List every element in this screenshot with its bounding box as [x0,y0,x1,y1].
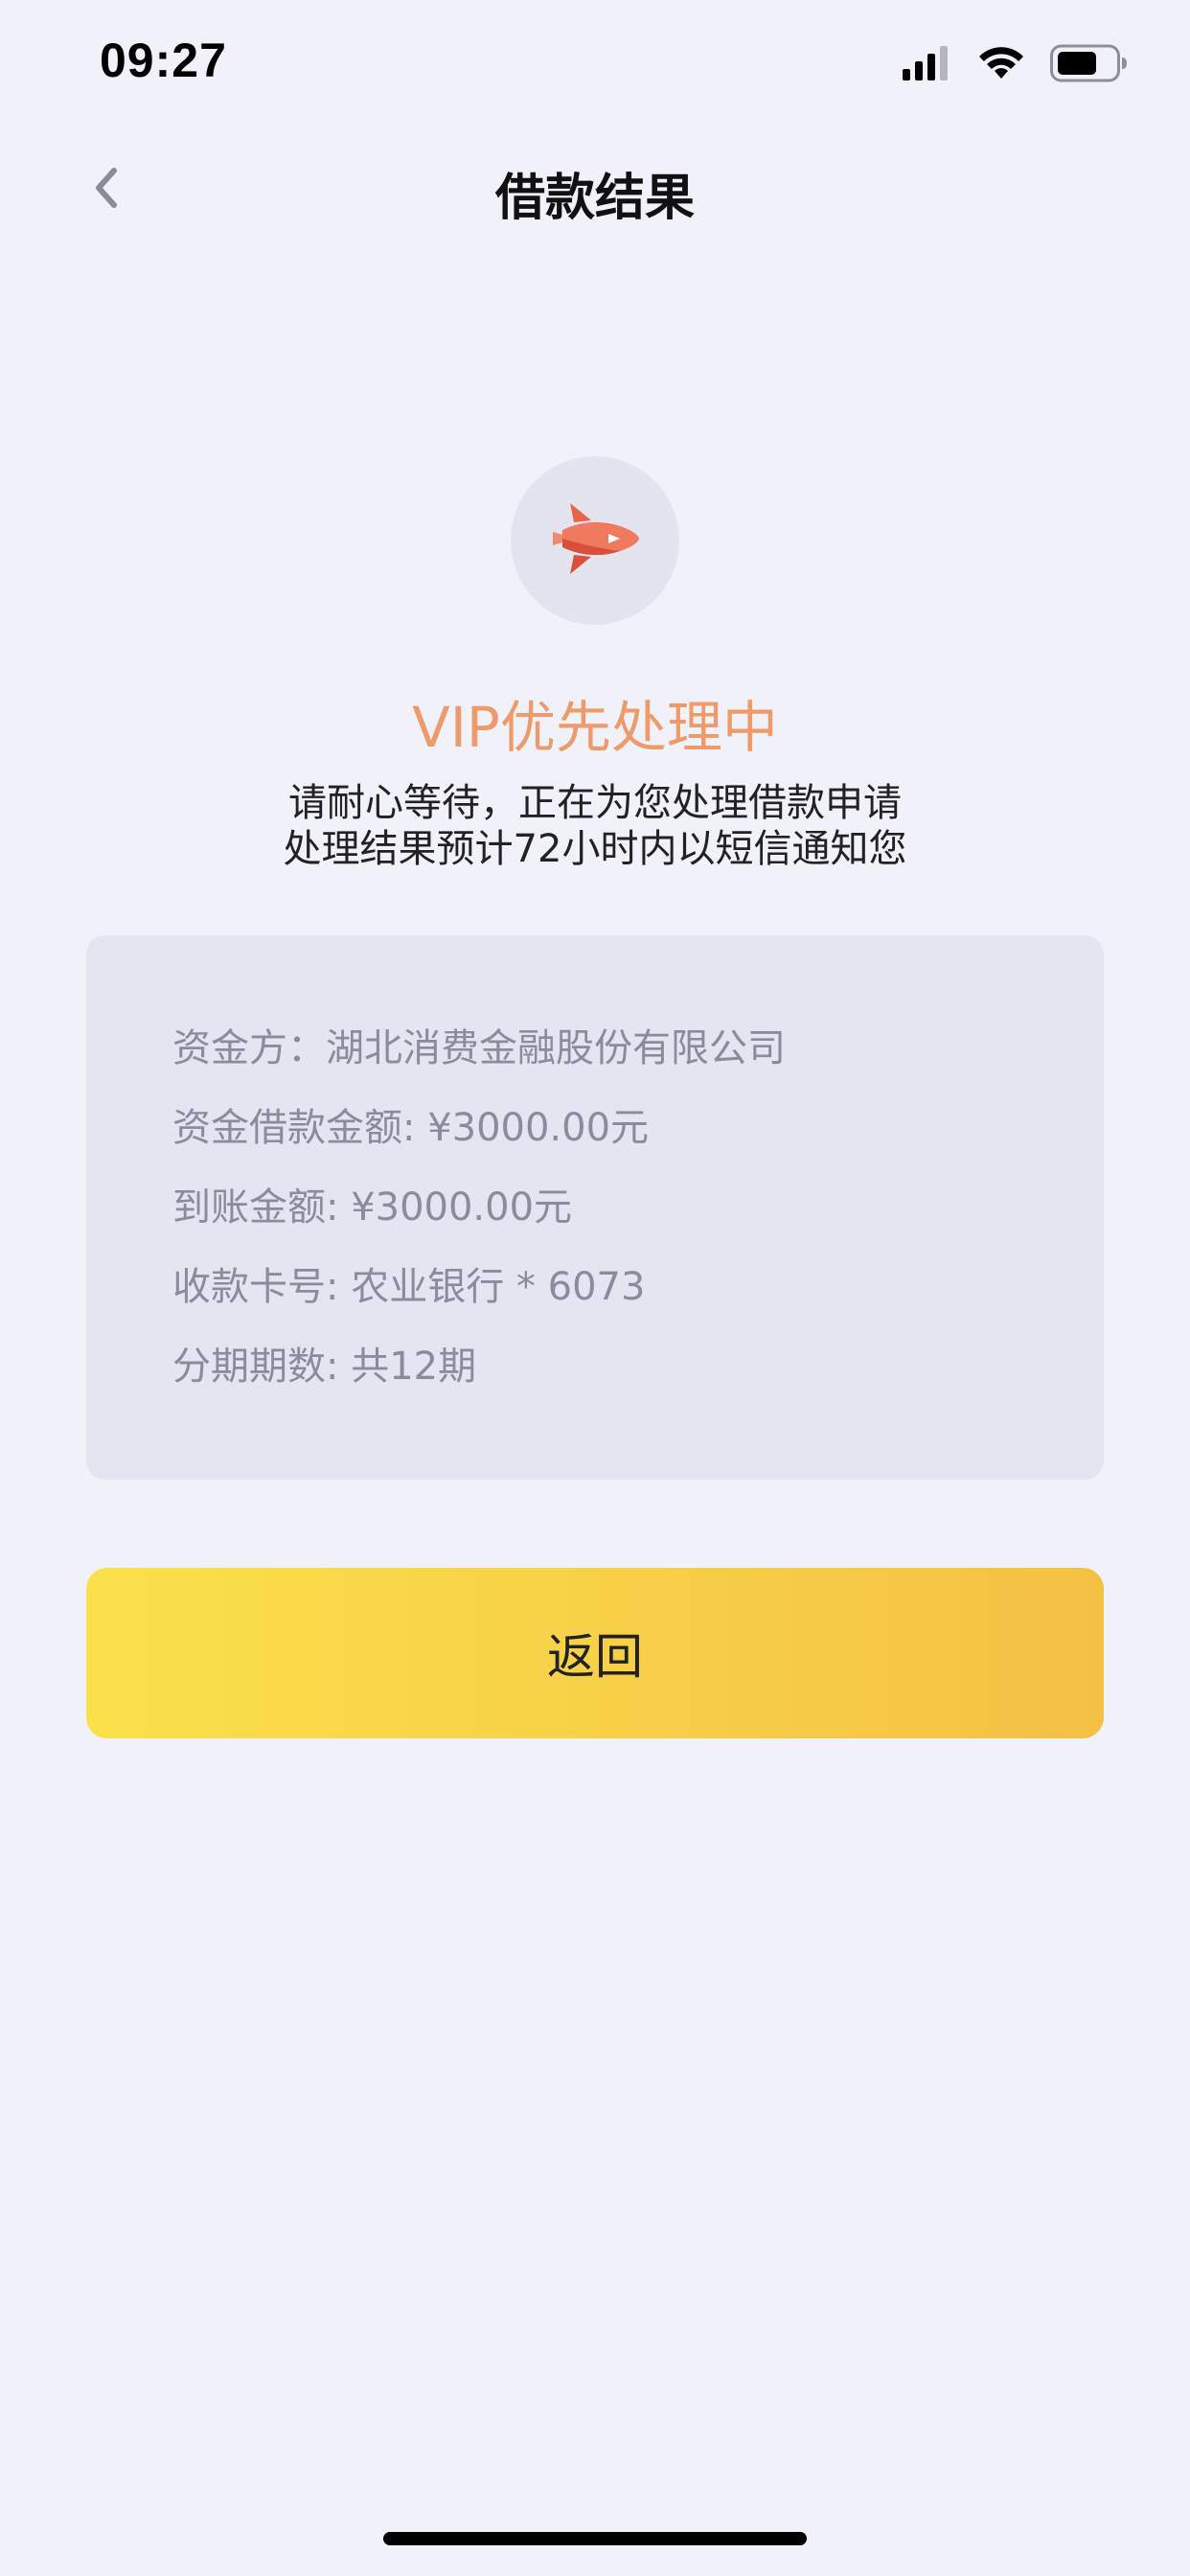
status-time: 09:27 [100,34,227,87]
return-button[interactable]: 返回 [86,1568,1104,1738]
installments-row: 分期期数: 共12期 [172,1345,477,1389]
page-title: 借款结果 [494,170,695,227]
status-description-line1: 请耐心等待，正在为您处理借款申请 [288,781,902,825]
funder-row: 资金方：湖北消费金融股份有限公司 [172,1026,786,1070]
loan-amount-row: 资金借款金额: ¥3000.00元 [172,1106,650,1150]
loan-info-list: 资金方：湖北消费金融股份有限公司 资金借款金额: ¥3000.00元 到账金额:… [172,1020,786,1417]
loan-info-card: 资金方：湖北消费金融股份有限公司 资金借款金额: ¥3000.00元 到账金额:… [86,935,1104,1480]
received-amount-row: 到账金额: ¥3000.00元 [172,1185,573,1230]
nav-bar: 借款结果 [0,134,1190,249]
status-description: 请耐心等待，正在为您处理借款申请 处理结果预计72小时内以短信通知您 [0,780,1190,872]
signal-icon [903,46,952,84]
home-indicator [383,2532,807,2545]
rocket-icon [549,503,641,578]
status-illustration [511,456,679,625]
battery-icon [1050,44,1129,86]
card-number-row: 收款卡号: 农业银行 * 6073 [172,1265,646,1309]
status-heading: VIP优先处理中 [412,695,778,760]
status-icons [903,42,1129,88]
wifi-icon [977,46,1025,84]
status-description-line2: 处理结果预计72小时内以短信通知您 [283,827,907,871]
status-bar: 09:27 [0,0,1190,134]
